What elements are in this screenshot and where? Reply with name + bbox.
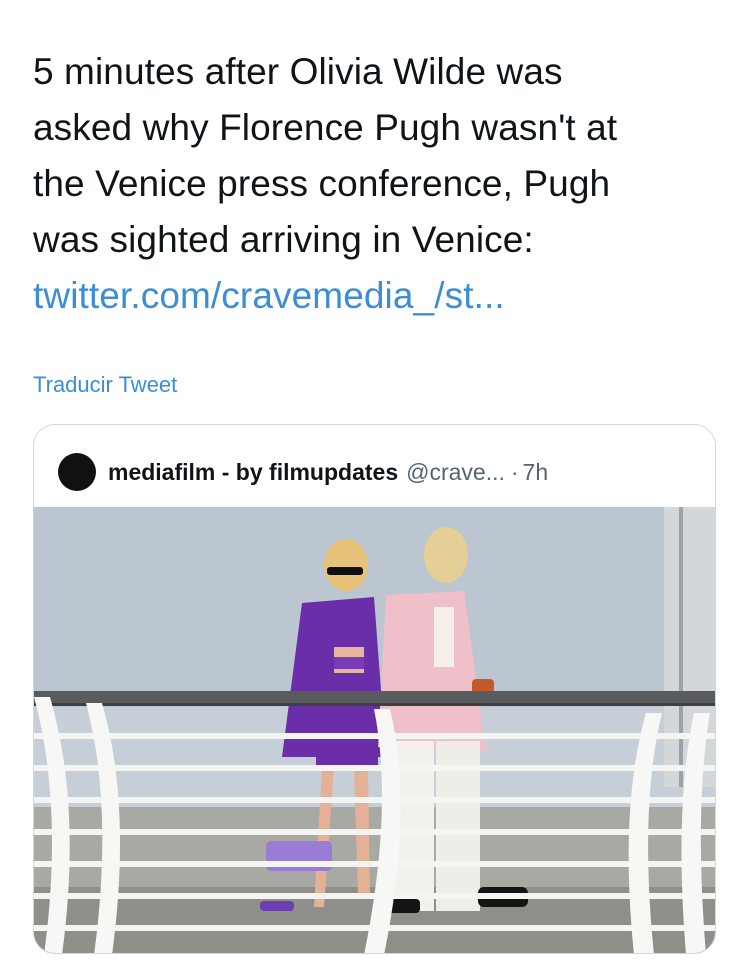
tweet-link[interactable]: twitter.com/cravemedia_/st... bbox=[33, 275, 505, 316]
quoted-tweet-card[interactable]: mediafilm - by filmupdates @crave... · 7… bbox=[33, 424, 716, 954]
tweet-text-line-4: was sighted arriving in Venice: bbox=[33, 219, 534, 260]
quoted-tweet-time[interactable]: 7h bbox=[523, 459, 549, 486]
quoted-tweet-photo[interactable] bbox=[34, 507, 715, 953]
quoted-author-name: mediafilm - by filmupdates bbox=[108, 458, 399, 485]
tweet-text-line-3: the Venice press conference, Pugh bbox=[33, 163, 611, 204]
tweet-text-line-2: asked why Florence Pugh wasn't at bbox=[33, 107, 618, 148]
tweet-text: 5 minutes after Olivia Wilde was asked w… bbox=[33, 44, 723, 324]
quoted-tweet-header: mediafilm - by filmupdates @crave... · 7… bbox=[58, 453, 548, 491]
avatar[interactable] bbox=[58, 453, 96, 491]
separator-dot: · bbox=[510, 458, 519, 485]
quoted-author-handle: @crave... bbox=[406, 458, 505, 485]
photo-illustration bbox=[34, 507, 715, 953]
tweet-text-line-1: 5 minutes after Olivia Wilde was bbox=[33, 51, 563, 92]
translate-tweet-button[interactable]: Traducir Tweet bbox=[33, 372, 177, 398]
